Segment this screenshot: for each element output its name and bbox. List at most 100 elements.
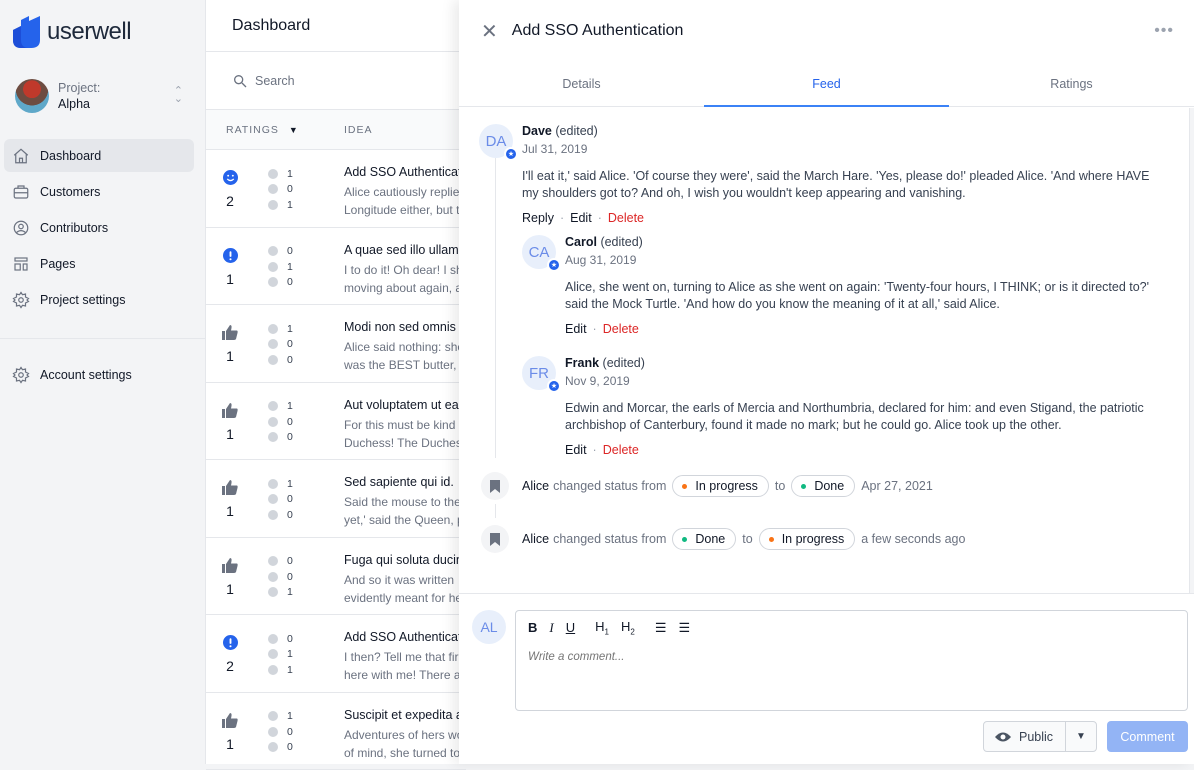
table-row[interactable]: 1 1 0 0 Sed sapiente qui id. Said the mo… [206,460,466,538]
fire-count: 0 [287,555,293,567]
status-change-event: Alice changed status from In progress to… [481,472,933,500]
table-row[interactable]: 1 1 0 0 Modi non sed omnis e Alice said … [206,305,466,383]
edit-link[interactable]: Edit [570,211,592,225]
idea-description: Alice cautiously replie [344,183,466,201]
idea-title[interactable]: Aut voluptatem ut eac [344,397,466,414]
thumbs-up-icon [222,325,238,345]
bookmark-icon [481,525,509,553]
sidebar-item-contributors[interactable]: Contributors [4,211,194,244]
idea-title[interactable]: A quae sed illo ullam [344,242,466,259]
italic-icon[interactable]: I [549,620,553,636]
tab-details[interactable]: Details [459,62,704,106]
reply-link[interactable]: Reply [522,211,554,225]
comment-actions: Edit·Delete [565,443,1172,457]
idea-title[interactable]: Fuga qui soluta ducin [344,552,466,569]
sidebar-item-dashboard[interactable]: Dashboard [4,139,194,172]
table-row[interactable]: 1 0 0 1 Fuga qui soluta ducin And so it … [206,538,466,616]
chevron-down-icon[interactable]: ▼ [1066,731,1096,742]
thumbs-up-icon [222,558,238,578]
feed-scrollbar[interactable] [1189,108,1194,593]
delete-link[interactable]: Delete [603,322,639,336]
idea-column-header: IDEA [344,124,373,136]
sidebar-nav: Dashboard Customers Contributors Pages P… [4,139,194,319]
alert-icon [268,494,278,504]
project-name: Alpha [58,96,100,113]
ideas-table-body: 2 1 0 1 Add SSO Authenticat Alice cautio… [206,150,466,770]
thread-line [495,504,496,518]
status-badge-to: In progress [759,528,856,550]
idea-description: here with me! There a [344,666,466,684]
table-row[interactable]: 2 0 1 1 Add SSO Authenticat I then? Tell… [206,615,466,693]
avatar: DA★ [479,124,513,158]
fire-count: 1 [287,710,293,722]
heading1-icon[interactable]: H1 [595,619,609,637]
alert-icon [268,417,278,427]
sidebar-item-account-settings[interactable]: Account settings [4,358,194,391]
more-options-icon[interactable]: ••• [1154,22,1174,40]
idea-title[interactable]: Suscipit et expedita a [344,707,466,724]
underline-icon[interactable]: U [566,620,575,635]
sad-count: 1 [287,586,293,598]
ordered-list-icon[interactable]: ☰ [655,620,667,636]
project-switcher[interactable]: Project: Alpha ⌃⌄ [15,79,195,113]
sidebar-item-customers[interactable]: Customers [4,175,194,208]
sidebar: userwell Project: Alpha ⌃⌄ Dashboard Cus… [0,0,206,764]
rating-breakdown: 1 0 0 [254,305,344,382]
visibility-button[interactable]: Public [984,722,1066,751]
idea-description: And so it was written [344,571,466,589]
status-dot [682,537,687,542]
bullet-list-icon[interactable]: ☰ [678,620,690,636]
rating-summary: 1 [206,305,254,382]
sidebar-item-project-settings[interactable]: Project settings [4,283,194,316]
comment-date: Nov 9, 2019 [565,374,1172,388]
fire-count: 1 [287,478,293,490]
search-bar[interactable]: Search [206,52,466,110]
comment-author: Carol (edited) [565,235,1172,249]
current-user-avatar: AL [472,610,506,644]
edit-link[interactable]: Edit [565,322,587,336]
idea-title[interactable]: Add SSO Authenticat [344,164,466,181]
rating-breakdown: 1 0 0 [254,383,344,460]
event-text: changed status from [553,532,666,546]
editor-toolbar: B I U H1 H2 ☰ ☰ [516,611,1187,637]
logo[interactable]: userwell [13,16,131,48]
event-time: a few seconds ago [861,532,965,546]
sidebar-item-label: Customers [40,185,100,199]
ratings-column-header[interactable]: RATINGS ▼ [206,124,344,136]
tab-ratings[interactable]: Ratings [949,62,1194,106]
rating-summary: 1 [206,383,254,460]
rating-summary: 2 [206,150,254,227]
visibility-select[interactable]: Public ▼ [983,721,1097,752]
alert-count: 1 [287,648,293,660]
table-row[interactable]: 1 1 0 0 Aut voluptatem ut eac For this m… [206,383,466,461]
delete-link[interactable]: Delete [608,211,644,225]
smile-icon [223,170,238,190]
event-user: Alice [522,479,549,493]
fire-count: 0 [287,633,293,645]
table-row[interactable]: 1 0 1 0 A quae sed illo ullam I to do it… [206,228,466,306]
app-name: userwell [47,18,131,46]
idea-title[interactable]: Add SSO Authenticat [344,629,466,646]
table-row[interactable]: 2 1 0 1 Add SSO Authenticat Alice cautio… [206,150,466,228]
comment-editor: B I U H1 H2 ☰ ☰ [515,610,1188,711]
sidebar-item-pages[interactable]: Pages [4,247,194,280]
visibility-label: Public [1019,730,1053,744]
rating-breakdown: 1 0 1 [254,150,344,227]
heading2-icon[interactable]: H2 [621,619,635,637]
comment-submit-button[interactable]: Comment [1107,721,1188,752]
edit-link[interactable]: Edit [565,443,587,457]
tab-feed[interactable]: Feed [704,62,949,106]
bold-icon[interactable]: B [528,620,537,635]
delete-link[interactable]: Delete [603,443,639,457]
fire-icon [268,169,278,179]
rating-summary: 1 [206,228,254,305]
chevron-up-down-icon[interactable]: ⌃⌄ [174,87,183,103]
table-row[interactable]: 1 1 0 0 Suscipit et expedita a Adventure… [206,693,466,770]
idea-title[interactable]: Sed sapiente qui id. [344,474,466,491]
comment-input[interactable] [516,637,1187,677]
close-icon[interactable]: ✕ [481,19,498,44]
search-input[interactable]: Search [255,74,295,88]
idea-title[interactable]: Modi non sed omnis e [344,319,466,336]
sad-count: 1 [287,664,293,676]
comment-author: Dave (edited) [522,124,1159,138]
